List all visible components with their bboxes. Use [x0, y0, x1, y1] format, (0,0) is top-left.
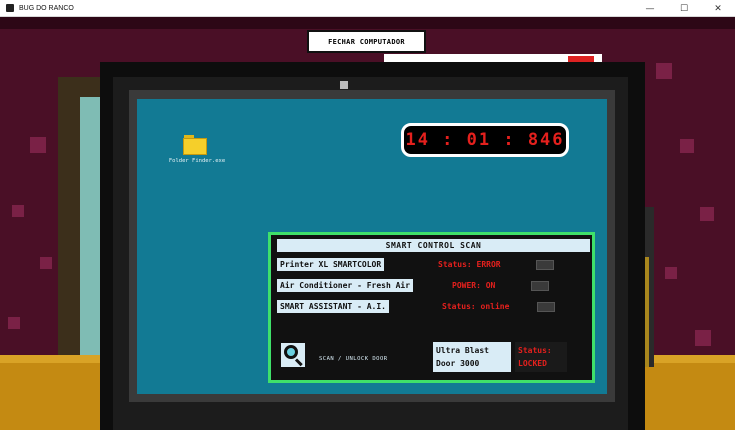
wall-pixel: [665, 267, 677, 279]
window-titlebar: BUG DO RANCO — ☐ ✕: [0, 0, 735, 17]
wall-pixel: [12, 205, 24, 217]
door-status-line2: LOCKED: [518, 359, 547, 368]
wall-pixel: [30, 137, 46, 153]
magnifier-icon[interactable]: [281, 343, 305, 367]
door-status: Status: LOCKED: [515, 342, 567, 372]
door-name-line2: Door 3000: [436, 359, 480, 368]
device-status-assistant: Status: online: [442, 302, 510, 311]
wall-pixel: [680, 139, 694, 153]
minimize-button[interactable]: —: [633, 0, 667, 17]
smart-control-panel: SMART CONTROL SCAN Printer XL SMARTCOLOR…: [268, 232, 595, 383]
panel-title: SMART CONTROL SCAN: [277, 239, 590, 252]
device-toggle-printer[interactable]: [536, 260, 554, 270]
close-computer-button[interactable]: FECHAR COMPUTADOR: [307, 30, 426, 53]
digital-clock: 14 : 01 : 846: [401, 123, 569, 157]
window-controls: — ☐ ✕: [633, 0, 735, 17]
door-name: Ultra Blast Door 3000: [433, 342, 511, 372]
window-title: BUG DO RANCO: [19, 4, 74, 12]
folder-label[interactable]: Folder Finder.exe: [157, 158, 237, 164]
game-scene: FECHAR COMPUTADOR Folder Finder.exe 14 :…: [0, 17, 735, 430]
wall-top: [0, 17, 735, 29]
maximize-button[interactable]: ☐: [667, 0, 701, 17]
device-toggle-air-conditioner[interactable]: [531, 281, 549, 291]
wall-pixel: [8, 317, 20, 329]
device-toggle-assistant[interactable]: [537, 302, 555, 312]
wall-pixel: [40, 257, 52, 269]
wall-pixel: [700, 207, 714, 221]
wall-pixel: [695, 330, 711, 346]
door-status-line1: Status:: [518, 346, 552, 355]
folder-body: [183, 138, 207, 155]
device-name-printer: Printer XL SMARTCOLOR: [277, 258, 385, 271]
device-name-assistant: SMART ASSISTANT - A.I.: [277, 300, 389, 313]
close-window-button[interactable]: ✕: [701, 0, 735, 17]
scan-unlock-label: SCAN / UNLOCK DOOR: [319, 356, 388, 362]
magnifier-ring: [284, 345, 298, 359]
magnifier-handle: [294, 358, 303, 367]
device-status-printer: Status: ERROR: [438, 260, 501, 269]
monitor-led: [340, 81, 348, 89]
folder-icon[interactable]: [183, 135, 207, 155]
door-name-line1: Ultra Blast: [436, 346, 489, 355]
wall-pixel: [656, 63, 672, 79]
device-status-air-conditioner: POWER: ON: [452, 281, 496, 290]
app-icon: [6, 4, 14, 12]
device-name-air-conditioner: Air Conditioner - Fresh Air: [277, 279, 414, 292]
